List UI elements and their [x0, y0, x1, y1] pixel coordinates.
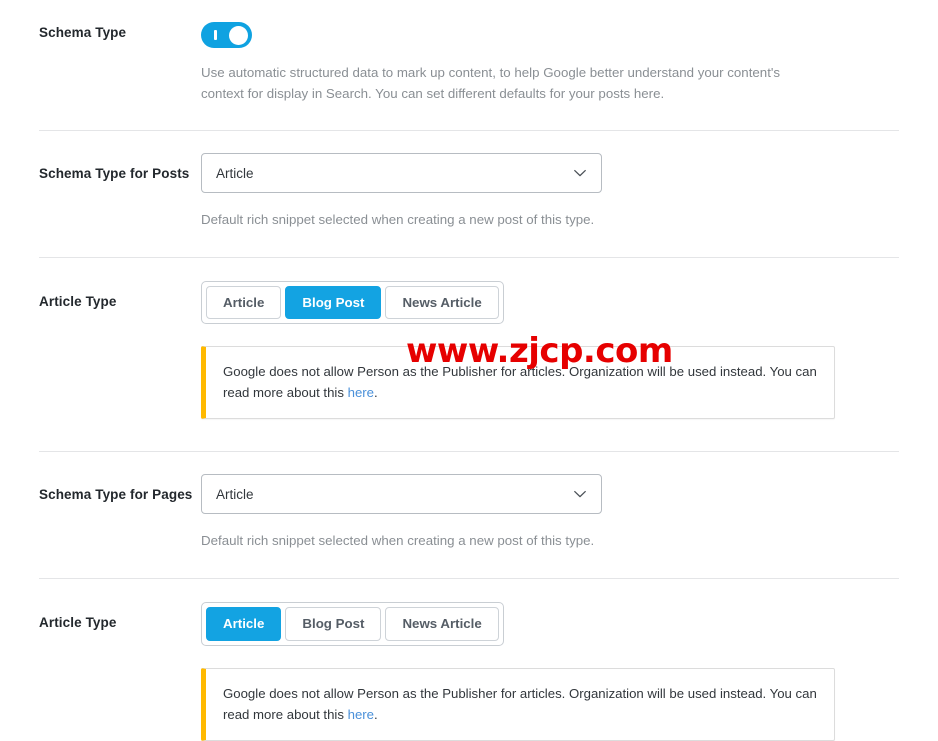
toggle-bar-icon: [214, 30, 217, 40]
field-col-schema-type: Use automatic structured data to mark up…: [201, 10, 938, 104]
schema-type-posts-select[interactable]: Article: [201, 153, 602, 193]
schema-type-posts-value: Article: [216, 165, 254, 181]
setting-row-article-type-posts: Article Type Article Blog Post News Arti…: [0, 258, 938, 420]
label-schema-type-pages: Schema Type for Pages: [39, 487, 193, 503]
chevron-down-icon: [573, 487, 587, 501]
article-type-posts-notice: Google does not allow Person as the Publ…: [201, 346, 835, 420]
field-col-article-type-pages: Article Blog Post News Article Google do…: [201, 602, 938, 741]
notice-text-after: .: [374, 385, 378, 401]
article-type-posts-button-article[interactable]: Article: [206, 286, 282, 320]
field-col-schema-type-posts: Article Default rich snippet selected wh…: [201, 153, 938, 230]
label-col-schema-type: Schema Type: [0, 10, 201, 42]
article-type-pages-button-news-article[interactable]: News Article: [385, 607, 499, 641]
label-col-schema-type-posts: Schema Type for Posts: [0, 153, 201, 183]
notice-text-before: Google does not allow Person as the Publ…: [223, 685, 817, 722]
article-type-posts-button-news-article[interactable]: News Article: [385, 286, 499, 320]
article-type-pages-notice: Google does not allow Person as the Publ…: [201, 667, 835, 741]
chevron-down-icon: [573, 166, 587, 180]
label-article-type-pages: Article Type: [39, 615, 117, 631]
label-col-article-type-pages: Article Type: [0, 602, 201, 632]
notice-text-before: Google does not allow Person as the Publ…: [223, 364, 817, 401]
schema-type-pages-value: Article: [216, 486, 254, 502]
field-col-schema-type-pages: Article Default rich snippet selected wh…: [201, 474, 938, 551]
setting-row-schema-type: Schema Type Use automatic structured dat…: [0, 0, 938, 104]
notice-here-link[interactable]: here: [348, 707, 374, 722]
article-type-pages-button-blog-post[interactable]: Blog Post: [285, 607, 382, 641]
label-schema-type-posts: Schema Type for Posts: [39, 166, 190, 181]
setting-row-article-type-pages: Article Type Article Blog Post News Arti…: [0, 579, 938, 741]
schema-type-helptext: Use automatic structured data to mark up…: [201, 65, 781, 101]
label-col-article-type-posts: Article Type: [0, 281, 201, 311]
notice-text: Google does not allow Person as the Publ…: [223, 361, 817, 403]
label-col-schema-type-pages: Schema Type for Pages: [0, 474, 201, 504]
label-article-type-posts: Article Type: [39, 294, 117, 309]
toggle-knob: [229, 25, 248, 45]
schema-type-pages-helptext: Default rich snippet selected when creat…: [201, 533, 595, 549]
article-type-pages-button-group: Article Blog Post News Article: [201, 602, 504, 646]
article-type-posts-button-group: Article Blog Post News Article: [201, 281, 504, 325]
notice-text: Google does not allow Person as the Publ…: [223, 683, 817, 725]
article-type-pages-button-article[interactable]: Article: [206, 607, 282, 641]
notice-text-after: .: [374, 706, 378, 722]
setting-row-schema-type-posts: Schema Type for Posts Article Default ri…: [0, 131, 938, 230]
schema-type-toggle[interactable]: [201, 22, 252, 48]
setting-row-schema-type-pages: Schema Type for Pages Article Default ri…: [0, 452, 938, 551]
schema-type-posts-helptext: Default rich snippet selected when creat…: [201, 212, 595, 227]
schema-settings-panel: Schema Type Use automatic structured dat…: [0, 0, 938, 741]
article-type-posts-button-blog-post[interactable]: Blog Post: [285, 286, 382, 320]
field-col-article-type-posts: Article Blog Post News Article Google do…: [201, 281, 938, 420]
notice-here-link[interactable]: here: [348, 385, 374, 400]
page-title: Schema Type: [39, 25, 127, 40]
schema-type-pages-select[interactable]: Article: [201, 474, 602, 515]
